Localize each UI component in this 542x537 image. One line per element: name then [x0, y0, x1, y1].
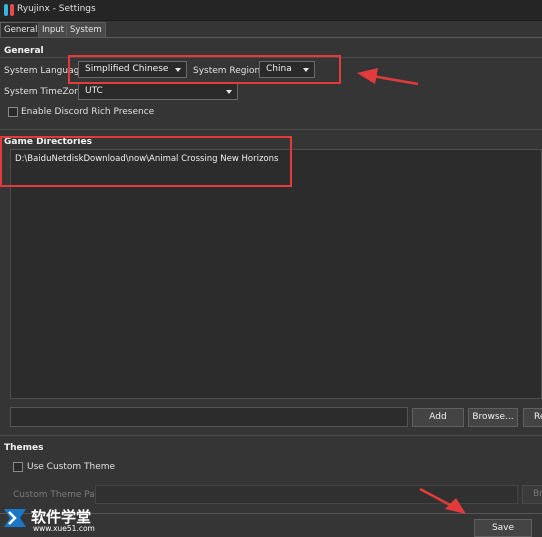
annotation-arrow-language	[357, 68, 419, 86]
annotation-arrows	[357, 68, 466, 514]
annotation-arrow-save	[419, 487, 466, 514]
